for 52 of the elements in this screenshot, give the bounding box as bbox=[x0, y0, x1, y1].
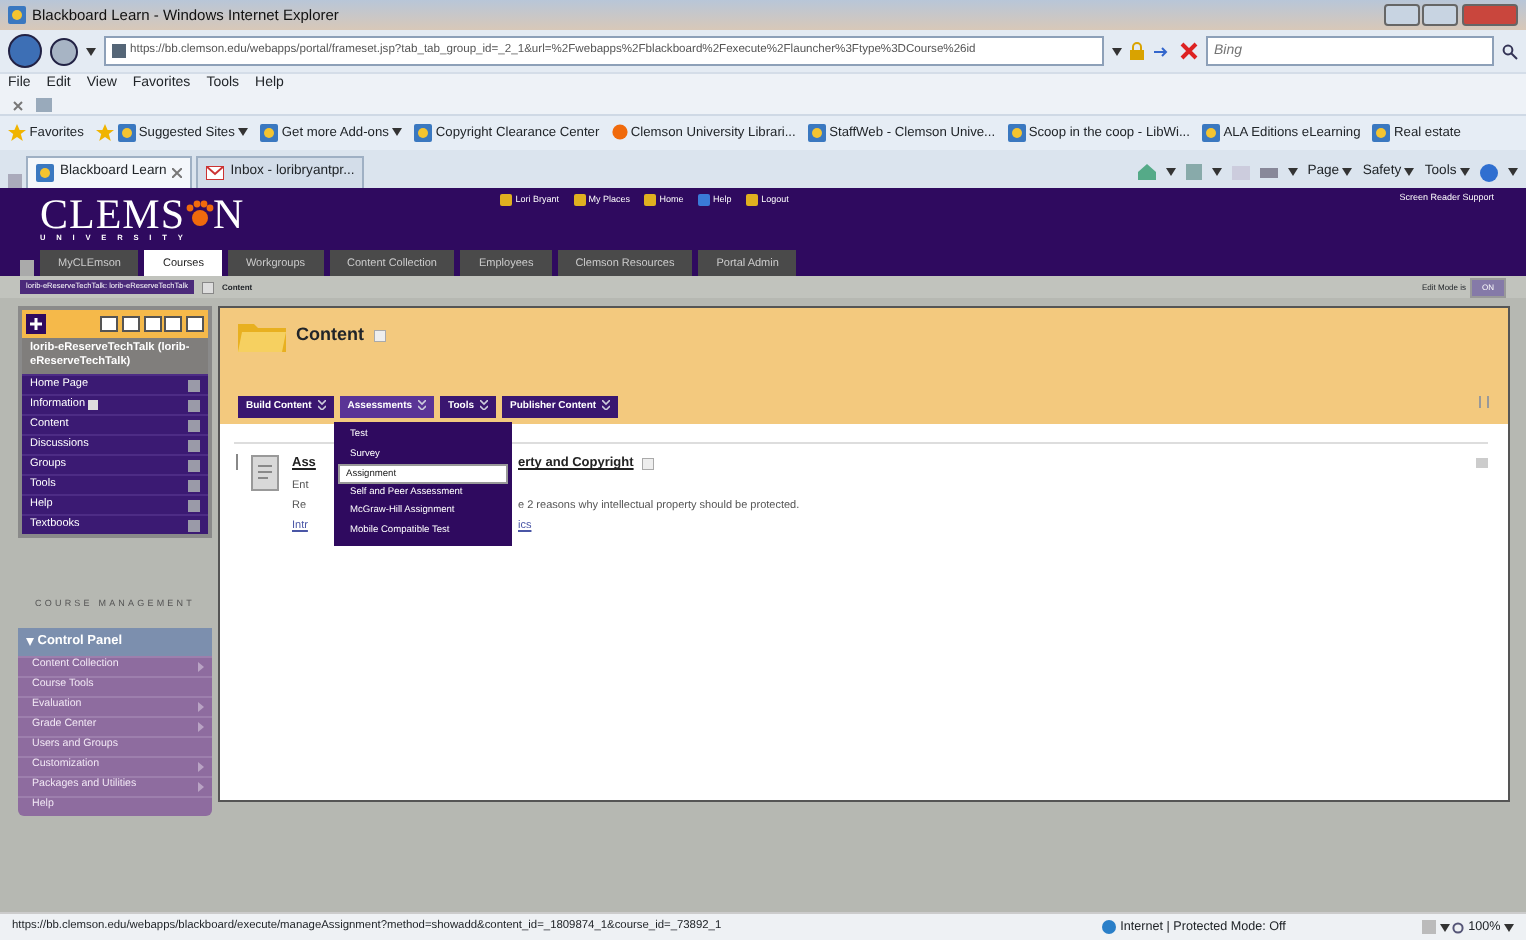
assignment-icon bbox=[248, 454, 284, 494]
close-icon[interactable] bbox=[12, 99, 24, 111]
caret-icon bbox=[1439, 923, 1450, 931]
browser-icon bbox=[8, 6, 26, 24]
globe-icon bbox=[1102, 920, 1117, 934]
maximize-button[interactable] bbox=[1422, 4, 1459, 26]
page-title: Content bbox=[296, 322, 364, 349]
lock-icon bbox=[1130, 42, 1144, 60]
refresh-icon[interactable] bbox=[1152, 43, 1172, 59]
star-icon[interactable] bbox=[8, 123, 26, 142]
caret-icon bbox=[1508, 168, 1518, 176]
caret-icon bbox=[1342, 168, 1353, 176]
folder-icon bbox=[238, 320, 286, 352]
caret-icon bbox=[1404, 168, 1415, 176]
zoom-icon bbox=[1452, 921, 1465, 933]
forward-button[interactable] bbox=[50, 37, 78, 65]
browser-icon bbox=[1007, 123, 1026, 142]
caret-icon bbox=[1112, 47, 1122, 55]
drag-handle-icon[interactable] bbox=[234, 454, 240, 470]
minimize-button[interactable] bbox=[1383, 4, 1419, 26]
browser-icon bbox=[414, 123, 433, 142]
caret-icon bbox=[1165, 168, 1176, 176]
double-caret-icon bbox=[480, 399, 488, 410]
browser-icon bbox=[260, 123, 279, 142]
close-icon[interactable] bbox=[172, 168, 183, 178]
caret-icon bbox=[392, 128, 403, 137]
add-button[interactable] bbox=[26, 314, 46, 334]
search-icon[interactable] bbox=[1502, 43, 1518, 59]
close-icon[interactable] bbox=[1180, 42, 1198, 60]
paw-icon bbox=[611, 124, 628, 141]
browser-icon bbox=[1201, 123, 1220, 142]
caret-icon bbox=[1287, 168, 1298, 176]
plus-icon bbox=[30, 318, 42, 331]
browser-icon bbox=[807, 123, 826, 142]
caret-icon bbox=[1504, 923, 1514, 931]
logo-text: CLEMS bbox=[40, 194, 186, 234]
double-caret-icon bbox=[602, 399, 611, 410]
paw-icon bbox=[185, 200, 214, 228]
expanded-icon[interactable] bbox=[26, 637, 34, 646]
double-caret-icon bbox=[418, 399, 427, 410]
logo-text: N bbox=[213, 194, 245, 234]
double-caret-icon bbox=[317, 399, 326, 410]
browser-icon bbox=[36, 164, 54, 182]
back-button[interactable] bbox=[8, 34, 42, 68]
caret-icon bbox=[238, 128, 249, 137]
browser-icon bbox=[1372, 123, 1391, 142]
caret-icon bbox=[1460, 168, 1470, 176]
caret-icon bbox=[86, 47, 96, 55]
browser-icon bbox=[117, 123, 136, 142]
submenu-arrow-icon bbox=[198, 661, 204, 671]
caret-icon bbox=[1211, 168, 1222, 176]
star-icon[interactable] bbox=[95, 123, 114, 142]
